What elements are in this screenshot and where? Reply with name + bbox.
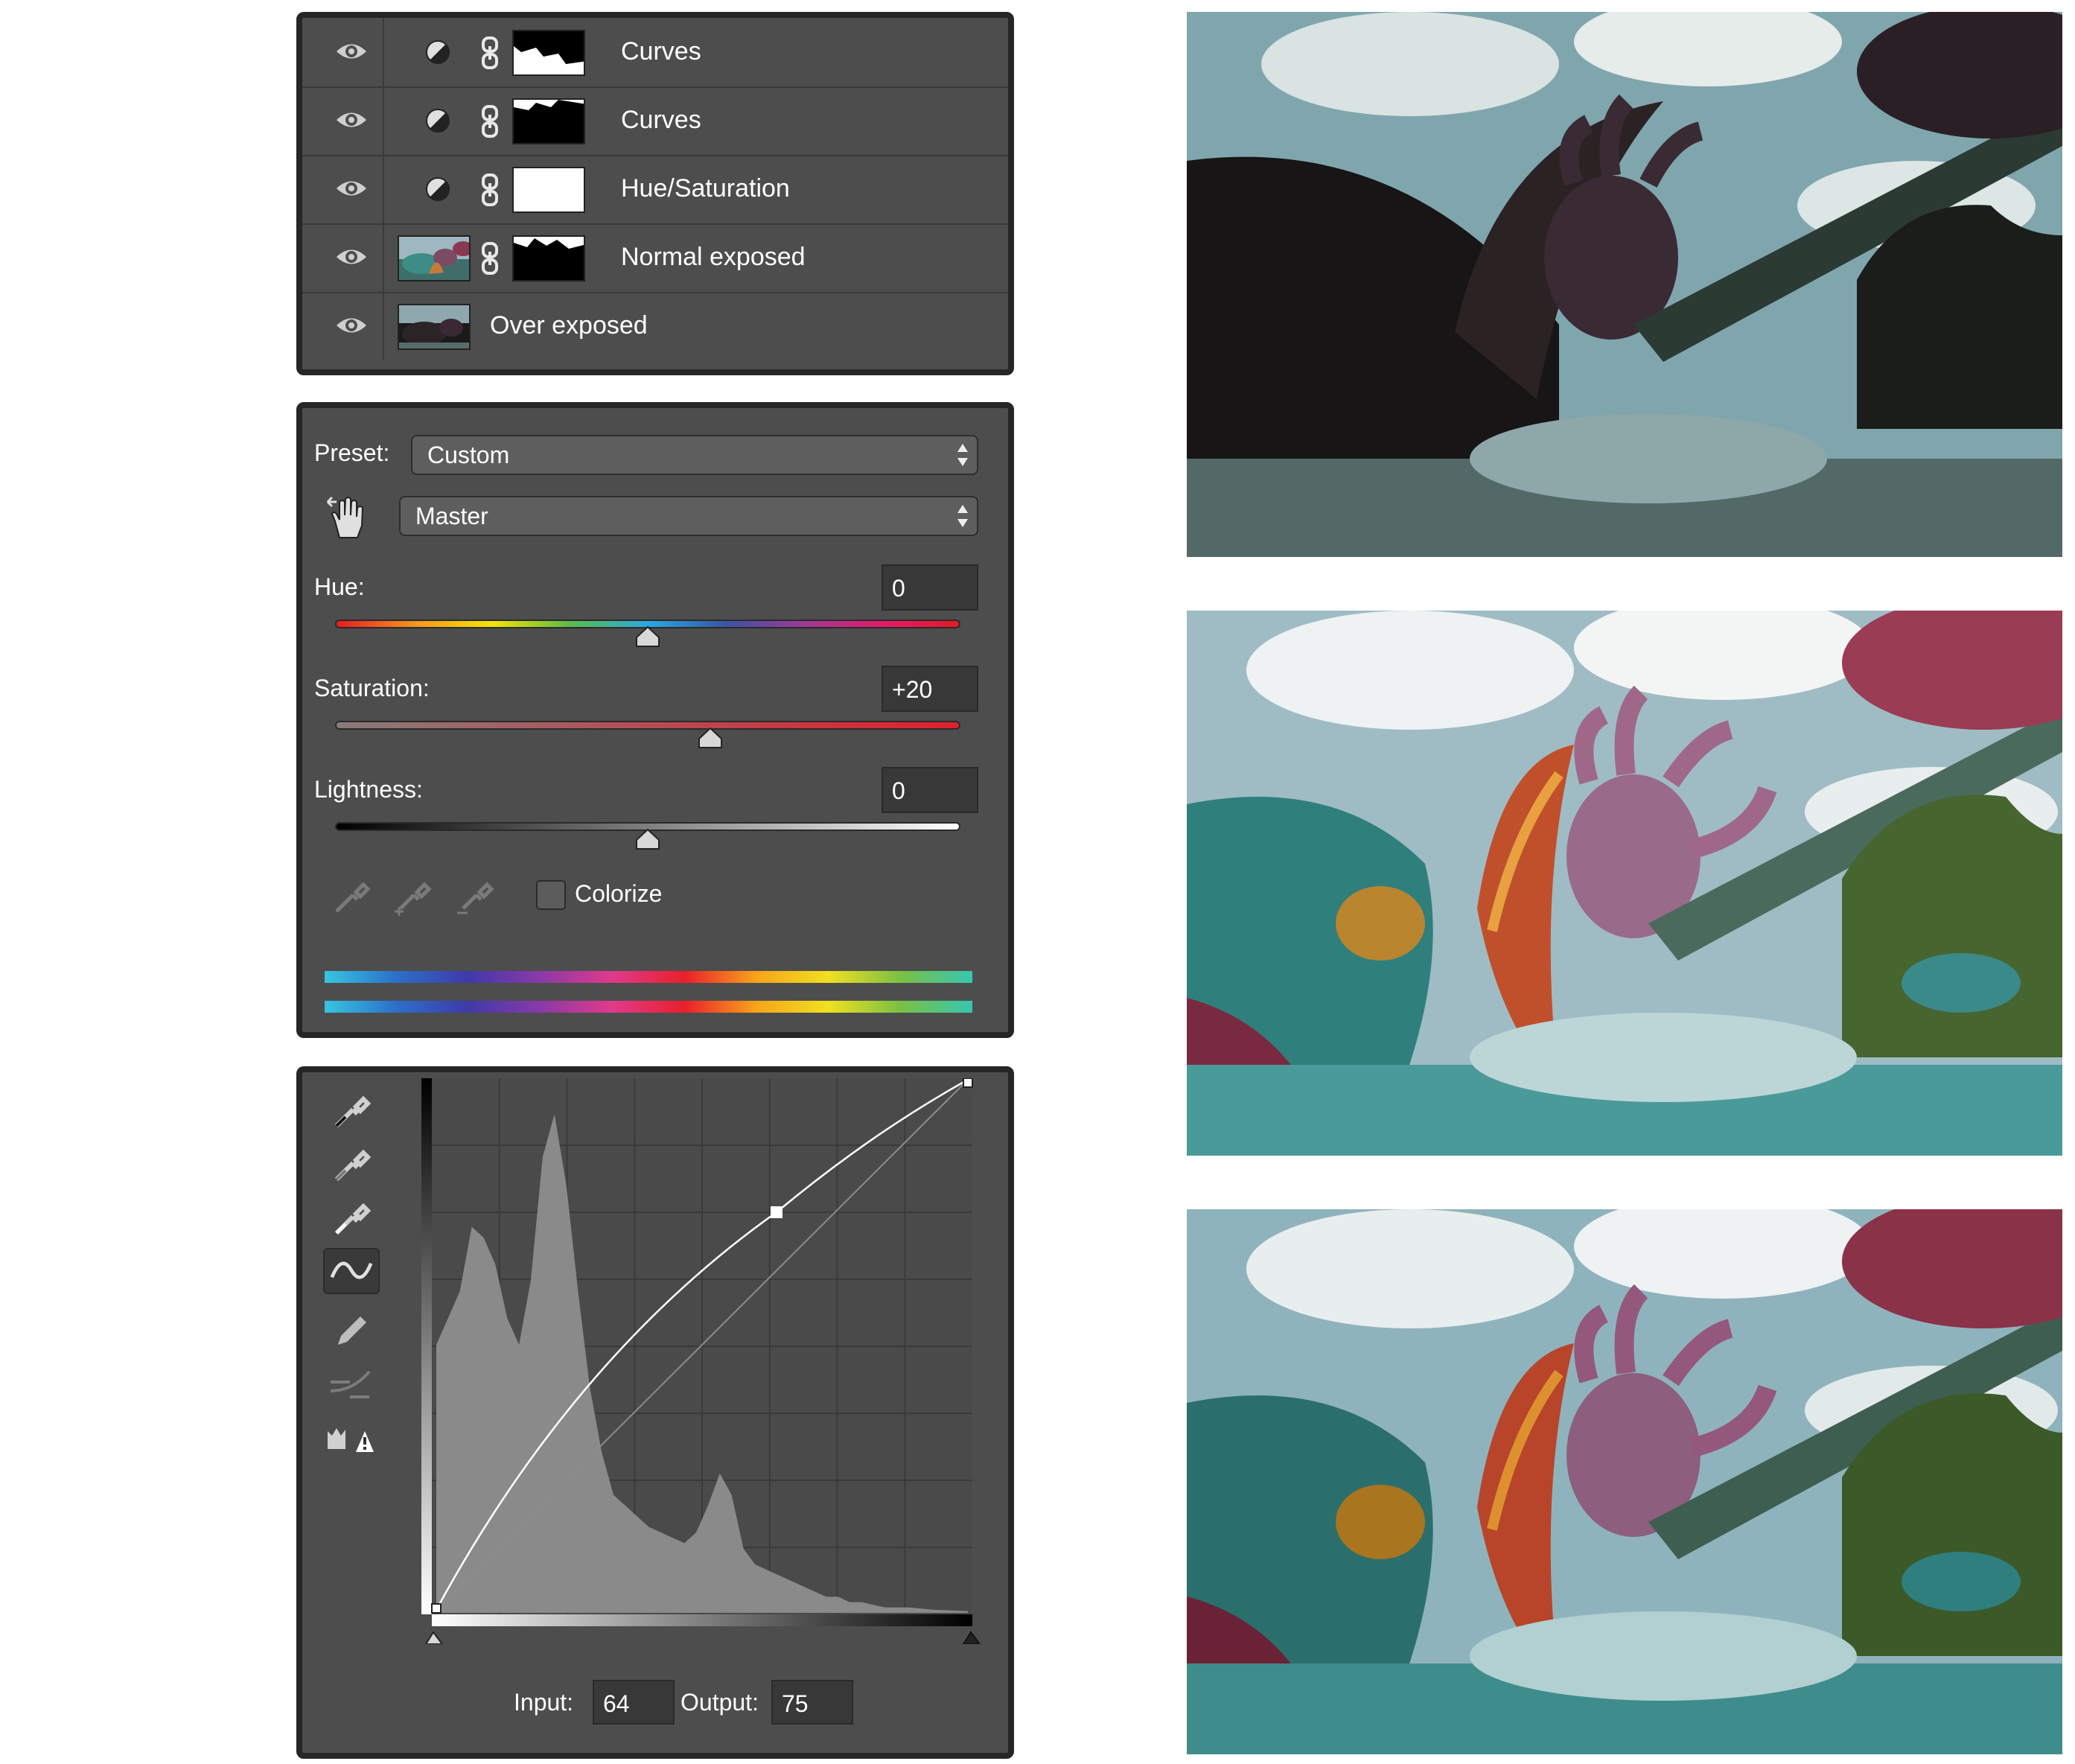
curve-endpoint-black[interactable] [431, 1603, 442, 1614]
hue-slider-thumb[interactable] [635, 625, 660, 648]
layer-row-hue-saturation[interactable]: Hue/Saturation [302, 155, 1008, 225]
colorize-checkbox[interactable] [536, 880, 566, 910]
visibility-eye-icon[interactable] [335, 107, 368, 133]
hue-input[interactable]: 0 [882, 564, 978, 611]
hue-label: Hue: [314, 573, 365, 600]
colorize-label: Colorize [575, 880, 663, 907]
layer-name: Normal exposed [621, 243, 806, 271]
layer-row-curves-1[interactable]: Curves [302, 18, 1008, 88]
curve-control-point[interactable] [771, 1206, 782, 1218]
preset-label: Preset: [314, 439, 390, 466]
adjustment-layer-icon [426, 177, 450, 201]
preset-dropdown[interactable]: Custom [411, 435, 978, 475]
white-point-slider[interactable] [962, 1631, 981, 1644]
eyedropper-subtract-icon[interactable] [454, 876, 496, 917]
photo-final-composite [1187, 1209, 2062, 1754]
input-label: Input: [514, 1689, 574, 1716]
preset-value: Custom [427, 442, 510, 468]
output-field[interactable]: 75 [771, 1680, 853, 1725]
input-gradient-bar [432, 1614, 972, 1626]
hue-saturation-panel: Preset: Custom Master Hue: 0 Saturation:… [296, 402, 1014, 1038]
lightness-slider-thumb[interactable] [635, 828, 660, 850]
link-chain-icon[interactable] [479, 36, 500, 70]
black-point-slider[interactable] [424, 1631, 444, 1644]
layer-name: Over exposed [490, 311, 648, 340]
smooth-icon[interactable] [323, 1361, 380, 1407]
input-field[interactable]: 64 [593, 1680, 675, 1725]
targeted-adjustment-hand-icon[interactable] [325, 494, 369, 541]
link-chain-icon[interactable] [479, 241, 500, 276]
visibility-eye-icon[interactable] [335, 313, 368, 338]
dropdown-arrows-icon [957, 444, 968, 466]
photo-normal-exposure [1187, 611, 2062, 1156]
layer-mask-thumbnail[interactable] [512, 98, 585, 144]
pencil-icon[interactable] [323, 1308, 380, 1354]
lightness-input[interactable]: 0 [882, 767, 978, 813]
lightness-label: Lightness: [314, 776, 423, 803]
layer-row-over-exposed[interactable]: Over exposed [302, 292, 1008, 360]
saturation-label: Saturation: [314, 675, 430, 701]
lightness-value: 0 [892, 777, 905, 804]
eyedropper-black-icon[interactable] [323, 1087, 380, 1133]
eyedropper-gray-icon[interactable] [323, 1141, 380, 1187]
output-gradient-bar [421, 1078, 432, 1614]
curves-graph[interactable] [421, 1078, 990, 1644]
hue-value: 0 [892, 575, 905, 602]
saturation-slider-thumb[interactable] [698, 727, 723, 749]
output-label: Output: [680, 1689, 759, 1716]
curve-endpoint-white[interactable] [963, 1078, 973, 1088]
output-value: 75 [782, 1690, 809, 1717]
visibility-eye-icon[interactable] [335, 39, 368, 64]
layer-image-thumbnail[interactable] [398, 304, 471, 350]
channel-dropdown[interactable]: Master [399, 496, 978, 536]
curves-panel: Input: 64 Output: 75 [296, 1066, 1014, 1759]
layers-panel: Curves Curves Hue/Saturation Normal expo… [296, 12, 1014, 375]
visibility-eye-icon[interactable] [335, 244, 368, 270]
saturation-slider-track[interactable] [335, 721, 960, 730]
input-value: 64 [603, 1690, 630, 1717]
channel-value: Master [415, 503, 488, 529]
eyedropper-add-icon[interactable] [392, 876, 433, 917]
layer-name: Curves [621, 106, 701, 134]
layer-name: Hue/Saturation [621, 174, 790, 203]
dropdown-arrows-icon [957, 505, 968, 527]
layer-mask-thumbnail[interactable] [512, 235, 585, 281]
curve-point-icon[interactable] [323, 1248, 380, 1294]
layer-row-curves-2[interactable]: Curves [302, 86, 1008, 156]
saturation-value: +20 [892, 676, 933, 703]
color-bar-output [325, 1001, 972, 1013]
layer-image-thumbnail[interactable] [398, 235, 471, 281]
color-bar-input [325, 971, 972, 983]
layer-row-normal-exposed[interactable]: Normal exposed [302, 223, 1008, 293]
adjustment-layer-icon [426, 40, 450, 64]
visibility-eye-icon[interactable] [335, 176, 368, 201]
link-chain-icon[interactable] [479, 104, 500, 138]
layer-name: Curves [621, 37, 701, 66]
link-chain-icon[interactable] [479, 173, 500, 207]
photo-dark-exposure [1187, 12, 2062, 557]
layer-mask-thumbnail[interactable] [512, 30, 585, 76]
clipping-warning-icon[interactable] [323, 1415, 380, 1461]
layer-mask-thumbnail[interactable] [512, 167, 585, 213]
saturation-input[interactable]: +20 [882, 666, 978, 712]
eyedropper-white-icon[interactable] [323, 1194, 380, 1241]
eyedropper-icon[interactable] [331, 876, 372, 917]
adjustment-layer-icon [426, 109, 450, 133]
